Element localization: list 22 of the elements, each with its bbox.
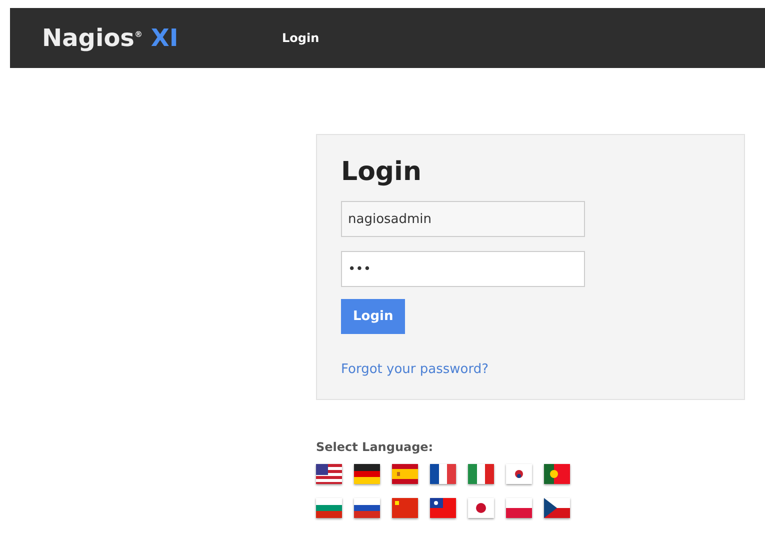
usa-flag-icon[interactable]: [316, 464, 342, 484]
password-field[interactable]: •••: [341, 251, 585, 287]
russia-flag-icon[interactable]: [354, 498, 380, 518]
bulgaria-flag-icon[interactable]: [316, 498, 342, 518]
forgot-password-link[interactable]: Forgot your password?: [341, 362, 489, 377]
italy-flag-icon[interactable]: [468, 464, 494, 484]
germany-flag-icon[interactable]: [354, 464, 380, 484]
spain-flag-icon[interactable]: [392, 464, 418, 484]
japan-flag-icon[interactable]: [468, 498, 494, 518]
login-button[interactable]: Login: [341, 299, 406, 334]
language-label: Select Language:: [316, 440, 434, 454]
china-flag-icon[interactable]: [392, 498, 418, 518]
korea-flag-icon[interactable]: [506, 464, 532, 484]
taiwan-flag-icon[interactable]: [430, 498, 456, 518]
nav-link[interactable]: Login: [282, 31, 320, 45]
czech-flag-icon[interactable]: [544, 498, 570, 518]
logo[interactable]: Nagios$^{®}$ XI: [42, 24, 282, 52]
login-title: Login: [341, 157, 422, 187]
poland-flag-icon[interactable]: [506, 498, 532, 518]
portugal-flag-icon[interactable]: [544, 464, 570, 484]
username-field[interactable]: nagiosadmin: [341, 201, 585, 237]
france-flag-icon[interactable]: [430, 464, 456, 484]
